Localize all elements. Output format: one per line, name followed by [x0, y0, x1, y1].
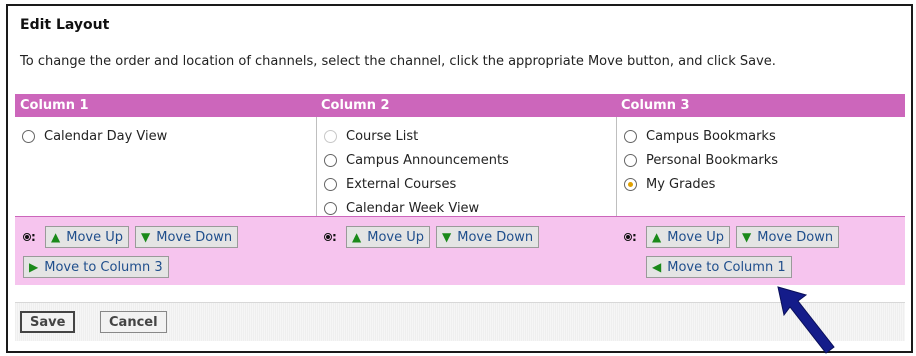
channels-row: Calendar Day View Course List Campus Ann…: [15, 117, 905, 217]
button-line: : ▲ Move Up ▼ Move Down: [624, 225, 905, 249]
instructions-text: To change the order and location of chan…: [20, 54, 776, 69]
column-1-buttons: : ▲ Move Up ▼ Move Down ▶ Move to Column…: [15, 217, 316, 285]
arrow-right-icon: ▶: [29, 260, 39, 274]
column-2-channels: Course List Campus Announcements Externa…: [316, 117, 616, 216]
move-to-column-1-button[interactable]: ◀ Move to Column 1: [646, 256, 792, 278]
page-title: Edit Layout: [20, 17, 110, 33]
column-1-channels: Calendar Day View: [15, 117, 316, 216]
channel-label: External Courses: [346, 176, 457, 192]
button-label: Move Down: [156, 229, 233, 245]
button-label: Move Up: [66, 229, 123, 245]
button-line: : ▲ Move Up ▼ Move Down: [324, 225, 616, 249]
button-label: Move Down: [757, 229, 834, 245]
arrow-up-icon: ▲: [51, 230, 61, 244]
column-2-buttons: : ▲ Move Up ▼ Move Down: [316, 217, 616, 285]
button-label: Move Up: [367, 229, 424, 245]
radio-icon[interactable]: [624, 153, 637, 167]
channel-my-grades[interactable]: My Grades: [624, 172, 905, 196]
move-up-button[interactable]: ▲ Move Up: [45, 226, 129, 248]
radio-icon[interactable]: [324, 153, 337, 167]
button-label: Move Up: [667, 229, 724, 245]
channel-label: My Grades: [646, 176, 716, 192]
move-down-button[interactable]: ▼ Move Down: [436, 226, 540, 248]
channel-label: Calendar Day View: [44, 128, 168, 144]
button-line: ▶ Move to Column 3: [23, 255, 316, 279]
arrow-down-icon: ▼: [442, 230, 452, 244]
channel-label: Course List: [346, 128, 419, 144]
channel-campus-bookmarks[interactable]: Campus Bookmarks: [624, 124, 905, 148]
save-button[interactable]: Save: [20, 311, 76, 333]
arrow-down-icon: ▼: [141, 230, 151, 244]
radio-icon[interactable]: [624, 129, 637, 143]
channel-external-courses[interactable]: External Courses: [324, 172, 616, 196]
move-buttons-row: : ▲ Move Up ▼ Move Down ▶ Move to Column…: [15, 217, 905, 285]
move-up-button[interactable]: ▲ Move Up: [646, 226, 730, 248]
column-3-channels: Campus Bookmarks Personal Bookmarks My G…: [616, 117, 905, 216]
button-label: Move Down: [457, 229, 534, 245]
column-1-header: Column 1: [20, 98, 89, 113]
channel-personal-bookmarks[interactable]: Personal Bookmarks: [624, 148, 905, 172]
channel-label: Calendar Week View: [346, 200, 480, 216]
column-3-header: Column 3: [621, 98, 690, 113]
radio-icon[interactable]: [324, 177, 337, 191]
column-3-buttons: : ▲ Move Up ▼ Move Down ◀ Move to Column…: [616, 217, 905, 285]
radio-icon[interactable]: [324, 201, 337, 215]
channel-label: Campus Bookmarks: [646, 128, 776, 144]
move-down-button[interactable]: ▼ Move Down: [736, 226, 840, 248]
arrow-left-icon: ◀: [652, 260, 662, 274]
arrow-up-icon: ▲: [652, 230, 662, 244]
selected-channel-icon: :: [624, 230, 640, 244]
selected-channel-icon: :: [324, 230, 340, 244]
channel-label: Personal Bookmarks: [646, 152, 779, 168]
arrow-up-icon: ▲: [352, 230, 362, 244]
cancel-button[interactable]: Cancel: [100, 311, 167, 333]
channel-course-list[interactable]: Course List: [324, 124, 616, 148]
column-header-row: Column 1 Column 2 Column 3: [15, 94, 905, 117]
radio-icon: [324, 129, 337, 143]
layout-table: Column 1 Column 2 Column 3 Calendar Day …: [15, 94, 905, 285]
move-up-button[interactable]: ▲ Move Up: [346, 226, 430, 248]
button-line: : ▲ Move Up ▼ Move Down: [23, 225, 316, 249]
channel-calendar-day-view[interactable]: Calendar Day View: [22, 124, 316, 148]
selected-channel-icon: :: [23, 230, 39, 244]
button-label: Move to Column 3: [44, 259, 163, 275]
channel-label: Campus Announcements: [346, 152, 509, 168]
arrow-down-icon: ▼: [742, 230, 752, 244]
move-to-column-3-button[interactable]: ▶ Move to Column 3: [23, 256, 169, 278]
column-2-header: Column 2: [321, 98, 390, 113]
button-label: Move to Column 1: [667, 259, 786, 275]
move-down-button[interactable]: ▼ Move Down: [135, 226, 239, 248]
channel-campus-announcements[interactable]: Campus Announcements: [324, 148, 616, 172]
button-line: ◀ Move to Column 1: [624, 255, 905, 279]
callout-arrow-icon: [777, 286, 835, 354]
radio-icon[interactable]: [22, 129, 35, 143]
radio-selected-icon[interactable]: [624, 177, 637, 191]
